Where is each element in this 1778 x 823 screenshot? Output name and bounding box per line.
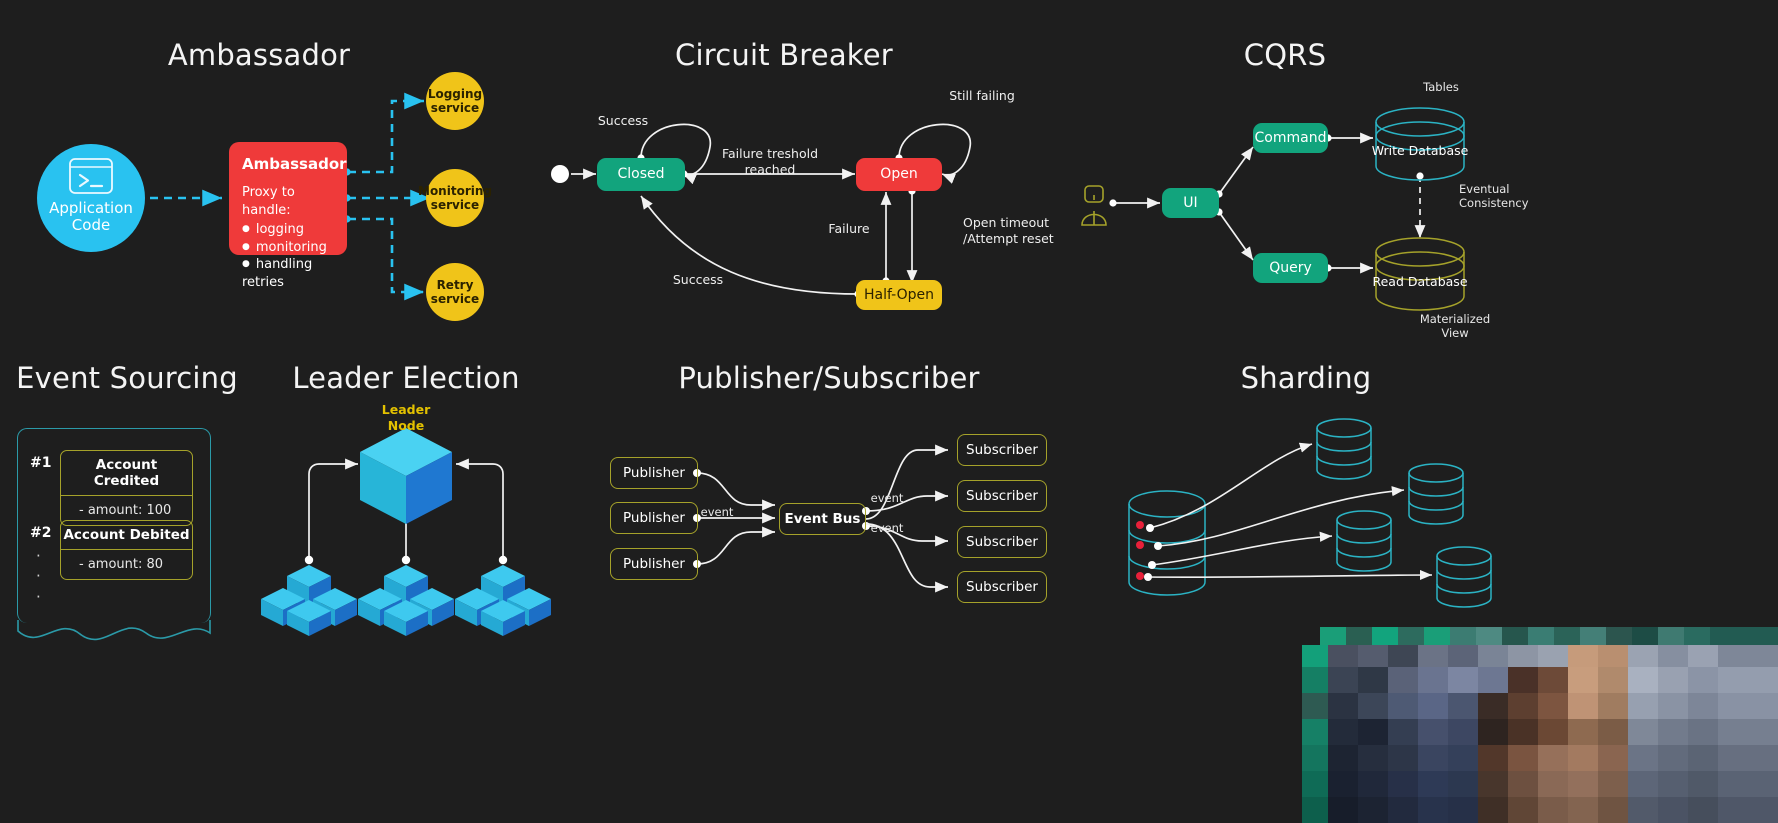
cqrs-query-node[interactable]: Query xyxy=(1253,253,1328,283)
panel-title-ambassador: Ambassador xyxy=(167,38,351,72)
write-database-label: Write Database xyxy=(1371,143,1469,158)
logging-service-node[interactable]: Logging service xyxy=(426,72,484,130)
event-card-2-title: Account Debited xyxy=(61,521,192,550)
event-bus[interactable]: Event Bus xyxy=(779,503,866,535)
panel-title-leader-election: Leader Election xyxy=(292,361,520,395)
publisher-1[interactable]: Publisher xyxy=(610,457,698,489)
ambassador-proxy-subheading: Proxy to handle: xyxy=(242,185,295,218)
sharding-target-cylinder-3 xyxy=(1336,510,1392,572)
ambassador-proxy-box[interactable]: Ambassador Proxy to handle: logging moni… xyxy=(229,142,347,290)
leader-node-label: Leader Node xyxy=(381,402,431,433)
subscriber-2[interactable]: Subscriber xyxy=(957,480,1047,512)
pubsub-event-label-out-bottom: event xyxy=(870,521,904,535)
pubsub-event-label-in: event xyxy=(700,505,734,519)
subscriber-3[interactable]: Subscriber xyxy=(957,526,1047,558)
proxy-bullet-monitoring: monitoring xyxy=(242,239,334,257)
transition-label-open-timeout: Open timeout /Attempt reset xyxy=(963,215,1054,246)
proxy-bullet-logging: logging xyxy=(242,221,334,239)
follower-cluster-3 xyxy=(455,565,551,636)
application-code-node[interactable]: Application Code xyxy=(37,144,145,252)
leader-election-connectors xyxy=(304,458,508,565)
proxy-bullet-retries: handling retries xyxy=(242,256,334,291)
event-index-2: #2 xyxy=(30,525,52,541)
publisher-3[interactable]: Publisher xyxy=(610,548,698,580)
ambassador-proxy-bullets: logging monitoring handling retries xyxy=(242,221,334,291)
transition-label-failure-threshold: Failure treshold reached xyxy=(721,146,819,177)
panel-title-pubsub: Publisher/Subscriber xyxy=(678,361,980,395)
event-index-1: #1 xyxy=(30,455,52,471)
panel-title-sharding: Sharding xyxy=(1240,361,1372,395)
monitoring-service-node[interactable]: Monitoring service xyxy=(418,169,492,227)
retry-service-node[interactable]: Retry service xyxy=(426,263,484,321)
panel-title-cqrs: CQRS xyxy=(1243,38,1327,72)
sharding-key-dots xyxy=(1136,521,1144,580)
application-code-label: Application Code xyxy=(49,198,133,234)
event-card-1[interactable]: Account Credited - amount: 100 xyxy=(60,450,193,526)
read-database-label: Read Database xyxy=(1372,274,1468,289)
cqrs-command-node[interactable]: Command xyxy=(1253,123,1328,153)
leader-node-cube xyxy=(360,428,452,524)
sharding-target-cylinder-2 xyxy=(1408,463,1464,525)
transition-label-still-failing: Still failing xyxy=(949,88,1015,103)
transition-label-failure: Failure xyxy=(828,221,870,236)
user-avatar-icon xyxy=(1081,185,1107,226)
sharding-source-cylinder xyxy=(1128,490,1206,596)
slide-canvas: Ambassador Circuit Breaker CQRS Event So… xyxy=(0,0,1778,823)
event-card-2[interactable]: Account Debited - amount: 80 xyxy=(60,520,193,580)
follower-cluster-2 xyxy=(358,565,454,636)
panel-title-event-sourcing: Event Sourcing xyxy=(16,361,238,395)
transition-label-closed-success: Success xyxy=(597,113,649,128)
video-pip-overlay[interactable] xyxy=(1302,627,1778,823)
cqrs-ui-node[interactable]: UI xyxy=(1162,188,1219,218)
state-closed[interactable]: Closed xyxy=(597,158,685,191)
transition-label-halfopen-success: Success xyxy=(672,272,724,287)
state-open[interactable]: Open xyxy=(856,158,942,191)
pubsub-event-label-out-top: event xyxy=(870,491,904,505)
panel-title-circuit-breaker: Circuit Breaker xyxy=(675,38,893,72)
ambassador-proxy-heading: Ambassador xyxy=(242,155,347,173)
event-log-ellipsis: · · · xyxy=(36,547,41,606)
publisher-2[interactable]: Publisher xyxy=(610,502,698,534)
state-half-open[interactable]: Half-Open xyxy=(856,280,942,310)
event-card-2-detail: - amount: 80 xyxy=(79,557,164,572)
pip-pixel-mosaic xyxy=(1302,627,1778,823)
eventual-consistency-label: Eventual Consistency xyxy=(1459,182,1529,211)
terminal-window-icon xyxy=(69,158,113,194)
sharding-connectors xyxy=(1144,442,1433,581)
event-card-1-title: Account Credited xyxy=(61,451,192,496)
sharding-target-cylinder-1 xyxy=(1316,418,1372,480)
subscriber-1[interactable]: Subscriber xyxy=(957,434,1047,466)
sharding-target-cylinder-4 xyxy=(1436,546,1492,608)
write-db-caption: Tables xyxy=(1423,80,1459,94)
subscriber-4[interactable]: Subscriber xyxy=(957,571,1047,603)
follower-cluster-1 xyxy=(261,565,357,636)
read-db-caption: Materialized View xyxy=(1419,312,1491,341)
